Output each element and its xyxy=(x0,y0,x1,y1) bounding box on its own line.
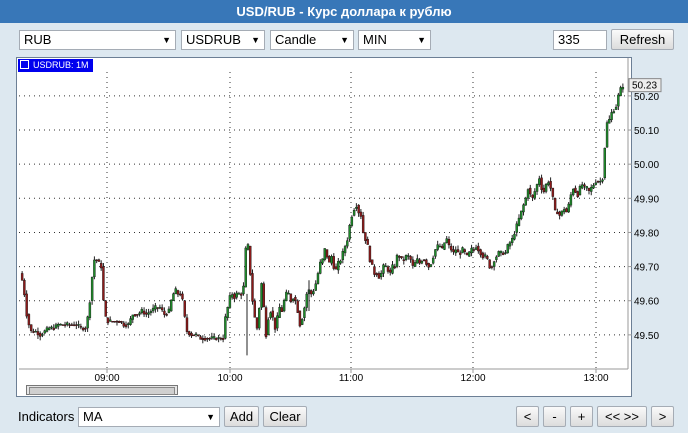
last-price-box xyxy=(628,78,662,93)
chart-type-select-value: Candle xyxy=(275,32,317,47)
chart-panel[interactable] xyxy=(16,57,632,397)
fit-all-button[interactable]: << >> xyxy=(597,406,647,427)
window-title: USD/RUB - Курс доллара к рублю xyxy=(0,0,688,23)
last-price-label: 50.23 xyxy=(632,81,657,92)
price-tick-label: 49.90 xyxy=(634,194,659,205)
add-indicator-button[interactable]: Add xyxy=(224,406,259,427)
chevron-down-icon: ▼ xyxy=(162,35,171,45)
chart-type-select[interactable]: Candle ▼ xyxy=(270,30,354,50)
price-tick-label: 49.60 xyxy=(634,297,659,308)
price-tick-label: 49.80 xyxy=(634,228,659,239)
clear-indicators-button[interactable]: Clear xyxy=(263,406,307,427)
last-price-marker: 50.23 xyxy=(628,78,662,93)
toolbar: RUB ▼ USDRUB ▼ Candle ▼ MIN ▼ 335 Refres… xyxy=(0,23,688,55)
symbol-select-value: USDRUB xyxy=(186,32,241,47)
scroll-left-button[interactable]: < xyxy=(516,406,539,427)
symbol-select[interactable]: USDRUB ▼ xyxy=(181,30,265,50)
chevron-down-icon: ▼ xyxy=(340,35,349,45)
footer-bar: Indicators MA ▼ Add Clear < - + << >> > xyxy=(0,403,688,433)
indicators-label: Indicators xyxy=(18,409,75,424)
scrollbar-thumb[interactable] xyxy=(29,387,175,395)
price-tick-label: 50.00 xyxy=(634,160,659,171)
chevron-down-icon: ▼ xyxy=(417,35,426,45)
indicator-select[interactable]: MA ▼ xyxy=(78,407,220,427)
period-select-value: MIN xyxy=(363,32,387,47)
refresh-button[interactable]: Refresh xyxy=(611,29,674,50)
chevron-down-icon: ▼ xyxy=(206,412,215,422)
price-tick-label: 50.20 xyxy=(634,92,659,103)
bars-count-input[interactable]: 335 xyxy=(553,30,607,50)
price-axis: 49.50 49.60 49.70 49.80 49.90 50.00 50.10 50.20 xyxy=(628,92,659,342)
price-tick-label: 49.50 xyxy=(634,331,659,342)
chart-legend: USDRUB: 1M xyxy=(18,59,93,72)
period-select[interactable]: MIN ▼ xyxy=(358,30,431,50)
market-select[interactable]: RUB ▼ xyxy=(19,30,176,50)
chart-scrollbar[interactable] xyxy=(26,385,178,395)
legend-label: USDRUB: 1M xyxy=(33,60,89,70)
market-select-value: RUB xyxy=(24,32,52,47)
scroll-right-button[interactable]: > xyxy=(651,406,674,427)
zoom-out-button[interactable]: - xyxy=(543,406,566,427)
legend-toggle-icon[interactable] xyxy=(20,60,29,69)
price-tick-label: 49.70 xyxy=(634,263,659,274)
chevron-down-icon: ▼ xyxy=(251,35,260,45)
zoom-in-button[interactable]: + xyxy=(570,406,593,427)
price-tick-label: 50.10 xyxy=(634,126,659,137)
indicator-select-value: MA xyxy=(83,409,103,424)
